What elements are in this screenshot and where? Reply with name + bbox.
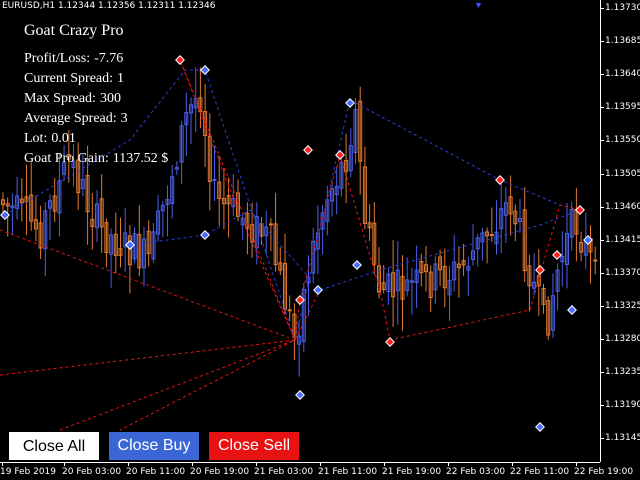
price-tick [600, 41, 604, 43]
close-buy-button[interactable]: Close Buy [109, 432, 199, 460]
price-label: 1.13235 [605, 367, 640, 378]
trade-marker [175, 55, 185, 65]
info-line-lot: Lot: 0.01 [24, 131, 76, 146]
info-line-average-spread: Average Spread: 3 [24, 111, 128, 126]
price-scale[interactable]: 1.13730 1.13685 1.13640 1.13595 1.13550 1.135… [600, 0, 640, 462]
price-label: 1.13280 [605, 334, 640, 344]
price-label: 1.13370 [605, 267, 640, 278]
info-panel: Goat Crazy Pro Profit/Loss: -7.76 Current… [24, 22, 168, 169]
time-tick [128, 462, 129, 466]
trade-line [59, 289, 321, 431]
trade-marker [535, 265, 545, 275]
time-label: 22 Feb 03:00 [446, 467, 506, 477]
time-label: 22 Feb 19:00 [574, 467, 634, 477]
trade-marker [200, 230, 210, 240]
time-label: 21 Feb 11:00 [318, 467, 378, 477]
time-tick [512, 462, 513, 466]
trade-marker [352, 260, 362, 270]
price-tick [600, 405, 604, 407]
trade-marker [567, 305, 577, 315]
price-label: 1.13685 [605, 36, 640, 47]
time-tick [448, 462, 449, 466]
candle-body [489, 234, 494, 237]
price-label: 1.13460 [605, 201, 640, 212]
trade-marker [552, 250, 562, 260]
price-label: 1.13415 [605, 234, 640, 245]
info-line-current-spread: Current Spread: 1 [24, 71, 125, 86]
time-tick [192, 462, 193, 466]
price-label: 1.13595 [605, 102, 640, 113]
price-tick [600, 372, 604, 374]
price-tick [600, 305, 604, 307]
price-label: 1.13325 [605, 300, 640, 311]
time-label: 21 Feb 19:00 [382, 467, 442, 477]
price-tick [600, 74, 604, 76]
price-tick [600, 438, 604, 440]
time-tick [64, 462, 65, 466]
info-line-gain: Goat Pro Gain: 1137.52 $ [24, 151, 169, 166]
trade-marker [313, 285, 323, 295]
price-tick [600, 107, 604, 109]
price-label: 1.13730 [605, 3, 640, 13]
price-label: 1.13505 [605, 168, 640, 179]
price-label: 1.13145 [605, 433, 640, 444]
time-scale[interactable]: 19 Feb 2019 20 Feb 03:00 20 Feb 11:00 20 Fe… [0, 462, 633, 480]
candle-body [593, 259, 598, 262]
time-tick [2, 462, 3, 466]
time-label: 22 Feb 11:00 [510, 467, 570, 477]
trade-marker [575, 205, 585, 215]
trade-marker [303, 145, 313, 155]
candle-body [287, 309, 292, 312]
price-tick [600, 206, 604, 208]
time-label: 20 Feb 03:00 [62, 467, 122, 477]
symbol-label: EURUSD,H1 1.12344 1.12356 1.12311 1.1234… [2, 1, 216, 11]
time-tick [320, 462, 321, 466]
trade-marker [535, 422, 545, 432]
panel-title: Goat Crazy Pro [24, 22, 124, 39]
trade-marker [495, 175, 505, 185]
price-label: 1.13640 [605, 69, 640, 80]
price-tick [600, 272, 604, 274]
time-tick [576, 462, 577, 466]
info-line-profit: Profit/Loss: -7.76 [24, 51, 124, 66]
trade-marker [345, 98, 355, 108]
trade-line [0, 339, 296, 431]
candle-body [268, 223, 273, 226]
arrow-marker-icon: ▼ [474, 0, 483, 10]
time-label: 21 Feb 03:00 [254, 467, 314, 477]
price-label: 1.13190 [605, 400, 640, 411]
info-line-max-spread: Max Spread: 300 [24, 91, 121, 106]
time-label: 19 Feb 2019 [0, 467, 57, 477]
time-label: 20 Feb 19:00 [190, 467, 250, 477]
price-tick [600, 239, 604, 241]
time-tick [256, 462, 257, 466]
time-tick [384, 462, 385, 466]
trade-marker [295, 390, 305, 400]
trade-line [129, 209, 581, 291]
price-tick [600, 173, 604, 175]
close-all-button[interactable]: Close All [9, 432, 99, 460]
price-tick [600, 8, 604, 9]
price-tick [600, 339, 604, 340]
price-tick [600, 140, 604, 142]
close-sell-button[interactable]: Close Sell [209, 432, 299, 460]
trade-marker [385, 337, 395, 347]
time-label: 20 Feb 11:00 [126, 467, 186, 477]
trade-marker [200, 65, 210, 75]
price-label: 1.13550 [605, 135, 640, 146]
trade-marker [295, 295, 305, 305]
